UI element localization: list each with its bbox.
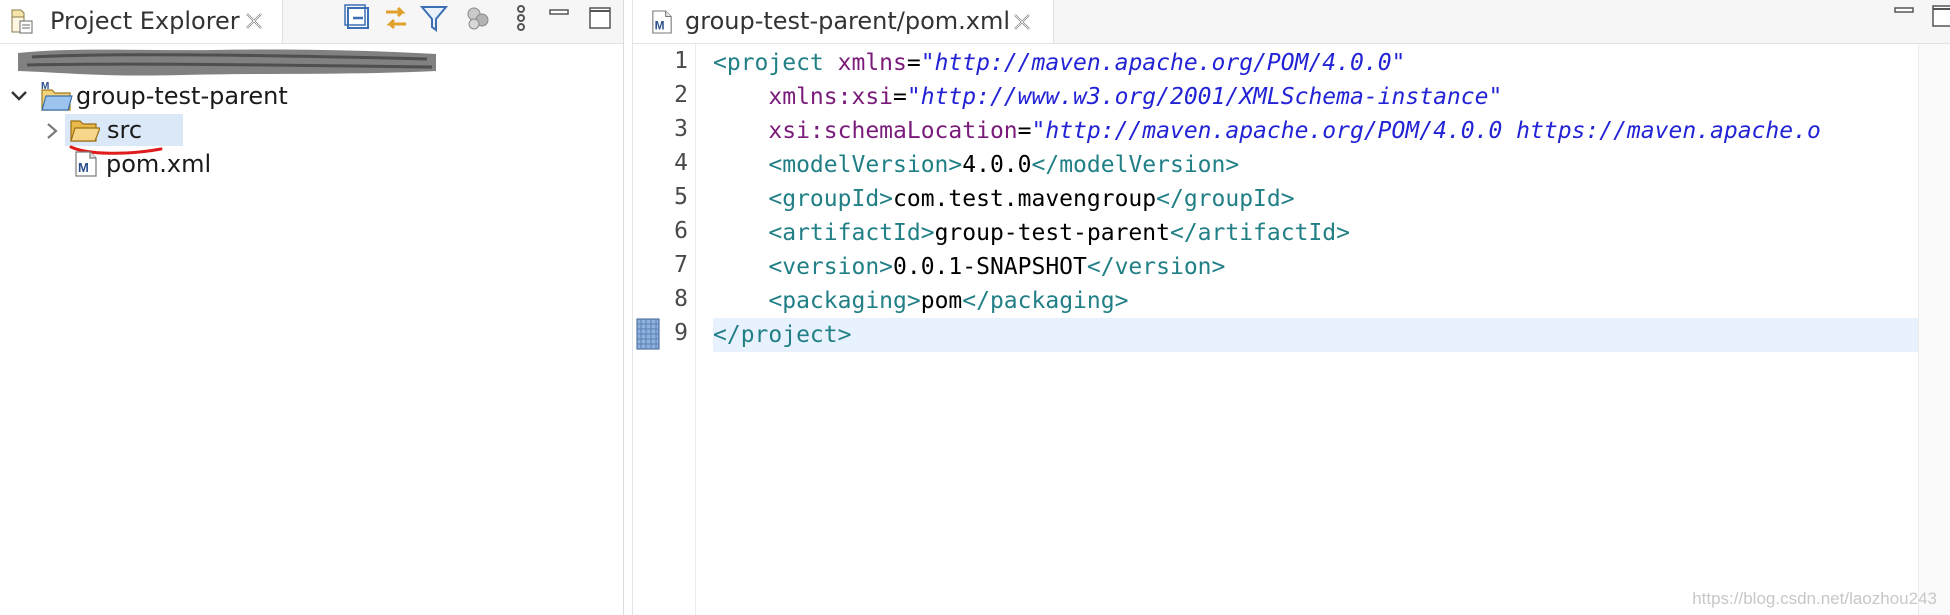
code-token: <modelVersion> bbox=[768, 152, 963, 178]
occurrence-marker-icon bbox=[636, 318, 660, 350]
code-line-text: <project xmlns="http://maven.apache.org/… bbox=[713, 48, 1405, 78]
maven-pom-file-icon: M bbox=[75, 151, 97, 177]
chevron-right-icon[interactable] bbox=[45, 122, 59, 140]
maven-pom-file-icon: M bbox=[652, 10, 672, 34]
code-token: </artifactId> bbox=[1169, 220, 1350, 246]
watermark-text: https://blog.csdn.net/laozhou243 bbox=[1692, 589, 1937, 608]
svg-text:M: M bbox=[78, 160, 89, 175]
line-number: 6 bbox=[674, 218, 688, 244]
maximize-icon[interactable] bbox=[584, 2, 616, 34]
tab-label: group-test-parent/pom.xml bbox=[685, 7, 1011, 35]
project-name: group-test-parent bbox=[76, 82, 288, 110]
code-token: <artifactId> bbox=[768, 220, 935, 246]
filter-icon[interactable] bbox=[418, 2, 450, 34]
code-line[interactable]: <modelVersion>4.0.0</modelVersion> bbox=[713, 148, 1919, 182]
svg-text:M: M bbox=[655, 18, 665, 32]
code-line[interactable]: <version>0.0.1-SNAPSHOT</version> bbox=[713, 250, 1919, 284]
code-line[interactable]: <packaging>pom</packaging> bbox=[713, 284, 1919, 318]
working-sets-icon[interactable] bbox=[462, 2, 494, 34]
maven-project-icon: M bbox=[41, 81, 73, 111]
line-number: 4 bbox=[674, 150, 688, 176]
folder-name: src bbox=[107, 116, 143, 144]
code-line[interactable]: xsi:schemaLocation="http://maven.apache.… bbox=[713, 114, 1919, 148]
chevron-down-icon[interactable] bbox=[10, 88, 28, 104]
link-with-editor-icon[interactable] bbox=[380, 2, 412, 34]
code-line[interactable]: <groupId>com.test.mavengroup</groupId> bbox=[713, 182, 1919, 216]
view-menu-icon[interactable] bbox=[505, 2, 537, 34]
code-token: </groupId> bbox=[1156, 186, 1295, 212]
minimize-icon[interactable] bbox=[544, 2, 576, 34]
line-number: 7 bbox=[674, 252, 688, 278]
code-token: 4.0.0 bbox=[962, 152, 1032, 178]
code-token: </packaging> bbox=[962, 288, 1129, 314]
code-token: xsi:schemaLocation bbox=[768, 118, 1018, 144]
code-line-text: </project> bbox=[713, 320, 851, 350]
minimize-icon[interactable] bbox=[1889, 0, 1921, 32]
project-explorer-icon bbox=[11, 9, 33, 34]
code-token: group-test-parent bbox=[934, 220, 1170, 246]
code-token: xmlns bbox=[837, 50, 907, 76]
maximize-icon[interactable] bbox=[1927, 0, 1950, 32]
code-token: = bbox=[906, 50, 921, 76]
code-token: pom bbox=[920, 288, 963, 314]
tab-project-explorer[interactable]: Project Explorer bbox=[0, 0, 283, 43]
tree-item-src-folder[interactable]: src bbox=[45, 114, 205, 146]
code-line[interactable]: <project xmlns="http://maven.apache.org/… bbox=[713, 46, 1919, 80]
explorer-tab-bar: Project Explorer bbox=[0, 0, 623, 44]
project-explorer-view: Project Explorer M group-test-parent src… bbox=[0, 0, 624, 615]
editor-area: M group-test-parent/pom.xml <project xml… bbox=[632, 0, 1950, 615]
close-icon[interactable] bbox=[243, 10, 265, 32]
code-line-text: <version>0.0.1-SNAPSHOT</version> bbox=[713, 252, 1225, 282]
code-line-text: xsi:schemaLocation="http://maven.apache.… bbox=[713, 116, 1821, 146]
editor-tab-bar: M group-test-parent/pom.xml bbox=[633, 0, 1950, 44]
code-token: xmlns:xsi bbox=[768, 84, 894, 110]
code-line-text: xmlns:xsi="http://www.w3.org/2001/XMLSch… bbox=[713, 82, 1502, 112]
code-token: = bbox=[893, 84, 907, 110]
tab-label: Project Explorer bbox=[50, 7, 240, 35]
code-token: = bbox=[1017, 118, 1032, 144]
code-line[interactable]: </project> bbox=[713, 318, 1919, 352]
code-token: <groupId> bbox=[768, 186, 894, 212]
line-number: 1 bbox=[674, 48, 688, 74]
code-line-text: <artifactId>group-test-parent</artifactI… bbox=[713, 218, 1350, 248]
svg-text:M: M bbox=[41, 81, 49, 92]
line-number: 8 bbox=[674, 286, 688, 312]
line-number: 3 bbox=[674, 116, 688, 142]
code-line-text: <packaging>pom</packaging> bbox=[713, 286, 1128, 316]
code-line[interactable]: xmlns:xsi="http://www.w3.org/2001/XMLSch… bbox=[713, 80, 1919, 114]
close-icon[interactable] bbox=[1011, 11, 1033, 33]
line-number: 5 bbox=[674, 184, 688, 210]
code-token: </project> bbox=[713, 322, 852, 348]
code-token: <packaging> bbox=[768, 288, 921, 314]
open-folder-icon bbox=[70, 120, 100, 142]
line-number: 2 bbox=[674, 82, 688, 108]
file-name: pom.xml bbox=[106, 150, 212, 178]
code-token: </modelVersion> bbox=[1031, 152, 1240, 178]
code-token: 0.0.1-SNAPSHOT bbox=[893, 254, 1087, 280]
redacted-scribble bbox=[18, 49, 436, 76]
code-token: com.test.mavengroup bbox=[893, 186, 1157, 212]
code-token: </version> bbox=[1086, 254, 1226, 280]
code-line-text: <groupId>com.test.mavengroup</groupId> bbox=[713, 184, 1295, 214]
collapse-all-icon[interactable] bbox=[342, 2, 374, 34]
code-area[interactable]: <project xmlns="http://maven.apache.org/… bbox=[713, 44, 1950, 615]
code-token: "http://www.w3.org/2001/XMLSchema-instan… bbox=[906, 84, 1503, 110]
code-token: <project bbox=[713, 50, 838, 76]
code-line[interactable]: <artifactId>group-test-parent</artifactI… bbox=[713, 216, 1919, 250]
tab-pom-xml[interactable]: M group-test-parent/pom.xml bbox=[633, 0, 1054, 43]
code-line-text: <modelVersion>4.0.0</modelVersion> bbox=[713, 150, 1239, 180]
code-token: <version> bbox=[768, 254, 894, 280]
code-token: "http://maven.apache.org/POM/4.0.0" bbox=[920, 50, 1406, 76]
code-token: "http://maven.apache.org/POM/4.0.0 https… bbox=[1031, 118, 1821, 144]
vertical-scrollbar[interactable] bbox=[1918, 44, 1950, 615]
